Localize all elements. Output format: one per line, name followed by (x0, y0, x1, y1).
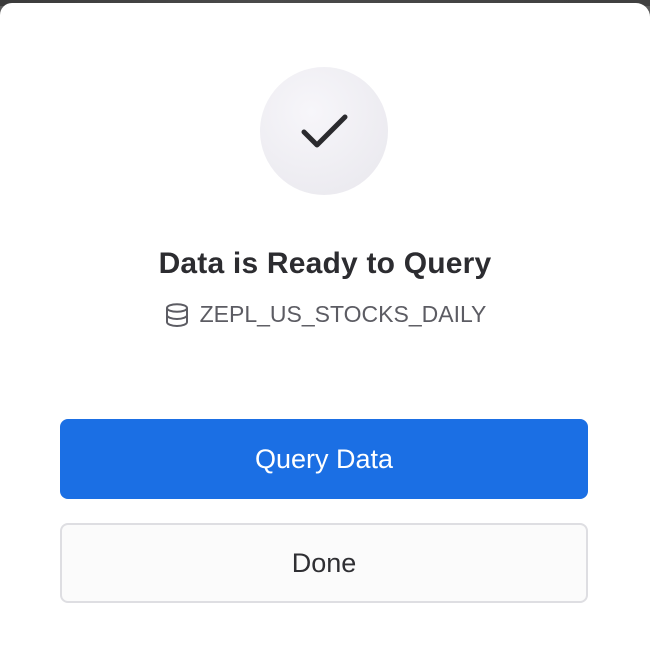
dialog-title: Data is Ready to Query (158, 247, 492, 280)
done-button[interactable]: Done (60, 523, 588, 603)
query-data-button[interactable]: Query Data (60, 419, 588, 499)
success-dialog: Data is Ready to Query ZEPL_US_STOCKS_DA… (0, 3, 650, 662)
done-label: Done (291, 547, 357, 578)
dataset-name: ZEPL_US_STOCKS_DAILY (199, 301, 487, 327)
query-data-label: Query Data (254, 443, 394, 474)
success-badge (260, 67, 388, 195)
database-icon (164, 302, 190, 328)
dataset-label: ZEPL_US_STOCKS_DAILY (0, 301, 650, 328)
checkmark-icon (301, 114, 348, 148)
